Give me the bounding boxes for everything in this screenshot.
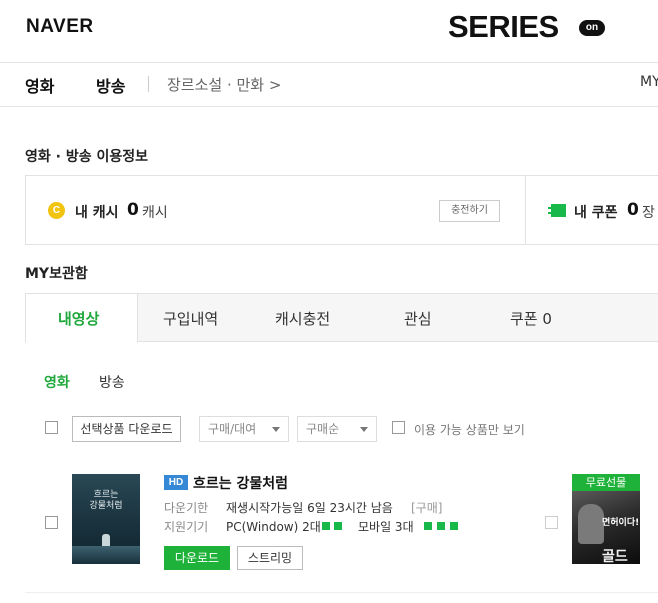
product-poster[interactable]: 흐르는 강물처럼 <box>72 474 140 564</box>
nav-movie[interactable]: 영화 <box>25 73 54 97</box>
header-divider <box>0 62 658 63</box>
tab-interest[interactable]: 관심 <box>404 308 432 329</box>
coupon-value: 0 <box>627 200 639 220</box>
coupon-label: 내 쿠폰 <box>574 205 618 221</box>
coupon-unit: 장 <box>642 205 655 221</box>
usage-info-title: 영화 · 방송 이용정보 <box>25 149 148 165</box>
download-period-note: [구매] <box>411 501 443 515</box>
poster2-title: 골드 <box>602 548 628 564</box>
poster2-figure <box>578 504 604 544</box>
charge-button[interactable]: 충전하기 <box>439 200 500 222</box>
pc-slot-icon <box>322 522 330 530</box>
series-logo[interactable]: SERIES <box>448 9 559 45</box>
tab-my-videos[interactable]: 내영상 <box>58 308 99 329</box>
list-bottom-divider <box>25 592 658 593</box>
available-only-label: 이용 가능 상품만 보기 <box>414 423 525 437</box>
devices-label: 지원기기 <box>164 520 209 534</box>
tab-coupon[interactable]: 쿠폰 0 <box>510 308 552 329</box>
poster-water <box>72 546 140 564</box>
poster2-text: 면허이다! <box>602 518 640 528</box>
pc-slot-icon <box>334 522 342 530</box>
nav-divider <box>0 106 658 107</box>
nav-separator <box>148 76 149 92</box>
series-on-badge: on <box>579 20 605 36</box>
storage-title: MY보관함 <box>25 266 88 282</box>
info-box-divider <box>525 175 526 245</box>
subtab-movie[interactable]: 영화 <box>44 372 70 392</box>
sort-select[interactable]: 구매순 <box>297 416 377 442</box>
download-button[interactable]: 다운로드 <box>164 546 230 570</box>
devices-mobile: 모바일 3대 <box>358 520 414 534</box>
download-period-value: 재생시작가능일 6일 23시간 남음 <box>226 501 393 515</box>
tab-purchase-history[interactable]: 구입내역 <box>163 308 218 329</box>
available-only-checkbox[interactable] <box>392 421 405 434</box>
subtab-broadcast[interactable]: 방송 <box>99 372 125 392</box>
cash-label: 내 캐시 <box>75 205 119 221</box>
product-checkbox[interactable] <box>45 516 58 529</box>
nav-genre-comic-link[interactable]: 장르소설 · 만화 > <box>167 74 281 95</box>
mobile-slot-icon <box>437 522 445 530</box>
download-selected-button[interactable]: 선택상품 다운로드 <box>72 416 181 442</box>
free-gift-badge: 무료선물 <box>572 474 640 491</box>
hd-badge: HD <box>164 475 188 490</box>
mobile-slot-icon <box>424 522 432 530</box>
cash-value: 0 <box>127 200 139 220</box>
tab-cash-charge[interactable]: 캐시충전 <box>275 308 330 329</box>
purchase-type-value: 구매/대여 <box>208 422 257 436</box>
nav-my[interactable]: MY <box>640 74 658 90</box>
coupon-icon <box>548 204 566 217</box>
download-period-label: 다운기한 <box>164 501 209 515</box>
poster-title: 흐르는 강물처럼 <box>89 490 123 511</box>
chevron-down-icon <box>272 427 280 432</box>
product2-poster[interactable]: 면허이다! 골드 무료선물 <box>572 474 640 564</box>
sort-value: 구매순 <box>306 422 340 436</box>
chevron-down-icon <box>360 427 368 432</box>
purchase-type-select[interactable]: 구매/대여 <box>199 416 289 442</box>
coin-icon: C <box>48 202 65 219</box>
mobile-slot-icon <box>450 522 458 530</box>
devices-pc: PC(Window) 2대 <box>226 520 321 534</box>
naver-logo[interactable]: NAVER <box>26 16 94 38</box>
streaming-button[interactable]: 스트리밍 <box>237 546 303 570</box>
nav-broadcast[interactable]: 방송 <box>96 73 125 97</box>
product2-checkbox[interactable] <box>545 516 558 529</box>
select-all-checkbox[interactable] <box>45 421 58 434</box>
product-title[interactable]: 흐르는 강물처럼 <box>193 473 288 493</box>
cash-unit: 캐시 <box>142 205 168 221</box>
